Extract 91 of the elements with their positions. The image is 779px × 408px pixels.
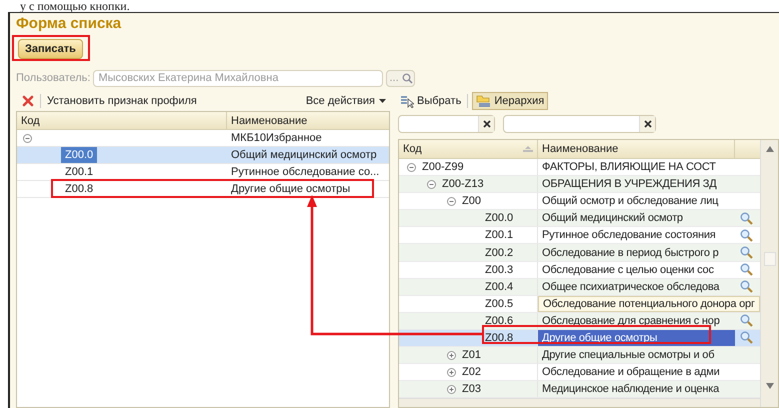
- table-cell-text: Рутинное обследование со...: [230, 164, 380, 180]
- table-row[interactable]: Z00.0 Общий медицинский осмотр: [399, 210, 760, 228]
- window-title: Форма списка: [16, 15, 122, 33]
- hierarchy-button[interactable]: Иерархия: [472, 92, 548, 110]
- table-row[interactable]: Z00.1 Рутинное обследование со...: [17, 164, 389, 181]
- table-row[interactable]: Z03 Медицинское наблюдение и оценка: [399, 381, 760, 398]
- table-cell-text: Обследование с целью оценки сос: [541, 262, 715, 278]
- table-cell-text: Z00.6: [485, 314, 514, 329]
- clear-button[interactable]: [639, 116, 655, 132]
- table-cell-text: Z00.8: [64, 182, 94, 197]
- horizontal-scrollbar[interactable]: [399, 398, 760, 407]
- column-header[interactable]: Код: [399, 140, 538, 158]
- folder-icon: [476, 95, 492, 107]
- table-cell: Обследование потенциального донора орг: [538, 296, 760, 312]
- table-cell-text: Другие общие осмотры: [230, 182, 352, 197]
- table-cell-text: Обследование в период быстрого р: [541, 246, 720, 261]
- table-cell: Z00.0: [61, 147, 98, 163]
- table-cell-text: Другие специальные осмотры и об: [541, 348, 716, 364]
- table-cell-text: Z00.5: [485, 296, 514, 312]
- table-row[interactable]: Z00.4 Общее психиатрическое обследова: [399, 278, 760, 296]
- table-cell-text: Z02: [462, 365, 481, 380]
- column-header[interactable]: Наименование: [227, 112, 389, 129]
- table-cell-text: Обследование и обращение в адми: [541, 365, 721, 380]
- table-row[interactable]: Z00.8 Другие общие осмотры: [17, 181, 389, 198]
- table-cell-text: ОБРАЩЕНИЯ В УЧРЕЖДЕНИЯ ЗД: [541, 177, 718, 192]
- search-icon[interactable]: [400, 70, 414, 86]
- table-row[interactable]: Z00-Z13 ОБРАЩЕНИЯ В УЧРЕЖДЕНИЯ ЗД: [399, 176, 760, 194]
- sort-icon: [523, 146, 533, 152]
- select-icon: [400, 94, 414, 108]
- magnifier-icon[interactable]: [740, 263, 752, 276]
- user-label: Пользователь:: [16, 70, 90, 86]
- table-cell-text: Z00.3: [485, 262, 514, 278]
- table-cell-text: Медицинское наблюдение и оценка: [541, 382, 720, 398]
- delete-icon[interactable]: [22, 95, 34, 107]
- table-cell-text: ФАКТОРЫ, ВЛИЯЮЩИЕ НА СОСТ: [541, 160, 717, 176]
- expand-icon[interactable]: [447, 368, 456, 377]
- vertical-scrollbar[interactable]: [760, 140, 778, 407]
- caret-icon: [379, 99, 386, 103]
- table-cell-text: Обследование для сравнения с нор: [541, 314, 721, 329]
- table-row[interactable]: Z00.2 Обследование в период быстрого р: [399, 244, 760, 262]
- column-header[interactable]: Код: [17, 112, 227, 129]
- magnifier-icon[interactable]: [740, 331, 752, 344]
- all-actions-menu[interactable]: Все действия: [306, 92, 390, 110]
- table-row[interactable]: Z02 Обследование и обращение в адми: [399, 364, 760, 382]
- magnifier-icon[interactable]: [740, 246, 752, 260]
- table-cell-text: Z00: [462, 194, 481, 210]
- table-row[interactable]: Z00.5 Обследование потенциального донора орг: [399, 296, 760, 313]
- table-row[interactable]: Z00-Z99 ФАКТОРЫ, ВЛИЯЮЩИЕ НА СОСТ: [399, 159, 760, 176]
- magnifier-icon[interactable]: [740, 314, 752, 328]
- table-cell-text: Z00.8: [485, 330, 514, 346]
- table-cell-text: Z00.0: [485, 211, 514, 226]
- table-cell-text: Z00-Z99: [422, 160, 464, 176]
- scroll-up-icon[interactable]: [766, 146, 774, 152]
- collapse-icon[interactable]: [427, 180, 436, 189]
- table-row[interactable]: Z00.0 Общий медицинский осмотр: [17, 147, 389, 164]
- expand-icon[interactable]: [447, 384, 456, 394]
- scroll-thumb[interactable]: [764, 252, 776, 266]
- collapse-icon[interactable]: [23, 134, 32, 142]
- table-cell-text: Z00-Z13: [442, 177, 484, 192]
- table-row[interactable]: Z00.1 Рутинное обследование состояния: [399, 227, 760, 244]
- toolbar-button[interactable]: Установить признак профиля: [47, 92, 197, 110]
- expand-icon[interactable]: [447, 350, 456, 360]
- table-cell-text: Z00.4: [485, 280, 514, 295]
- table-cell-text: Рутинное обследование состояния: [541, 228, 717, 244]
- magnifier-icon[interactable]: [740, 280, 752, 294]
- filter-field[interactable]: [398, 115, 495, 133]
- clear-button[interactable]: [478, 116, 494, 132]
- magnifier-icon[interactable]: [740, 212, 752, 225]
- filter-field[interactable]: [503, 115, 656, 133]
- table-cell-text: Z03: [462, 382, 481, 398]
- clear-icon: [482, 120, 490, 128]
- table-cell-text: Z00.1: [485, 228, 514, 244]
- table-row[interactable]: Z00 Общий осмотр и обследование лиц: [399, 193, 760, 210]
- table-cell-text: Z00.1: [64, 165, 94, 180]
- table-cell-text: Z01: [462, 348, 481, 364]
- collapse-icon[interactable]: [407, 162, 416, 172]
- magnifier-icon[interactable]: [740, 228, 752, 242]
- table-cell-text: МКБ10Избранное: [230, 130, 323, 146]
- collapse-icon[interactable]: [447, 196, 456, 206]
- save-button[interactable]: Записать: [18, 39, 83, 59]
- table-row[interactable]: Z01 Другие специальные осмотры и об: [399, 347, 760, 364]
- table-row[interactable]: Z00.3 Обследование с целью оценки сос: [399, 262, 760, 279]
- clear-icon: [644, 120, 652, 128]
- select-button[interactable]: Выбрать: [398, 92, 464, 110]
- table-cell-text: Общий медицинский осмотр: [230, 148, 378, 163]
- table-cell-text: Общий медицинский осмотр: [541, 211, 684, 226]
- table-cell-text: Общее психиатрическое обследова: [541, 280, 720, 295]
- table-cell-text: Z00.2: [485, 246, 514, 261]
- scroll-down-icon[interactable]: [766, 383, 774, 389]
- table-cell-text: Общий осмотр и обследование лиц: [541, 194, 720, 210]
- column-header[interactable]: Наименование: [538, 140, 735, 158]
